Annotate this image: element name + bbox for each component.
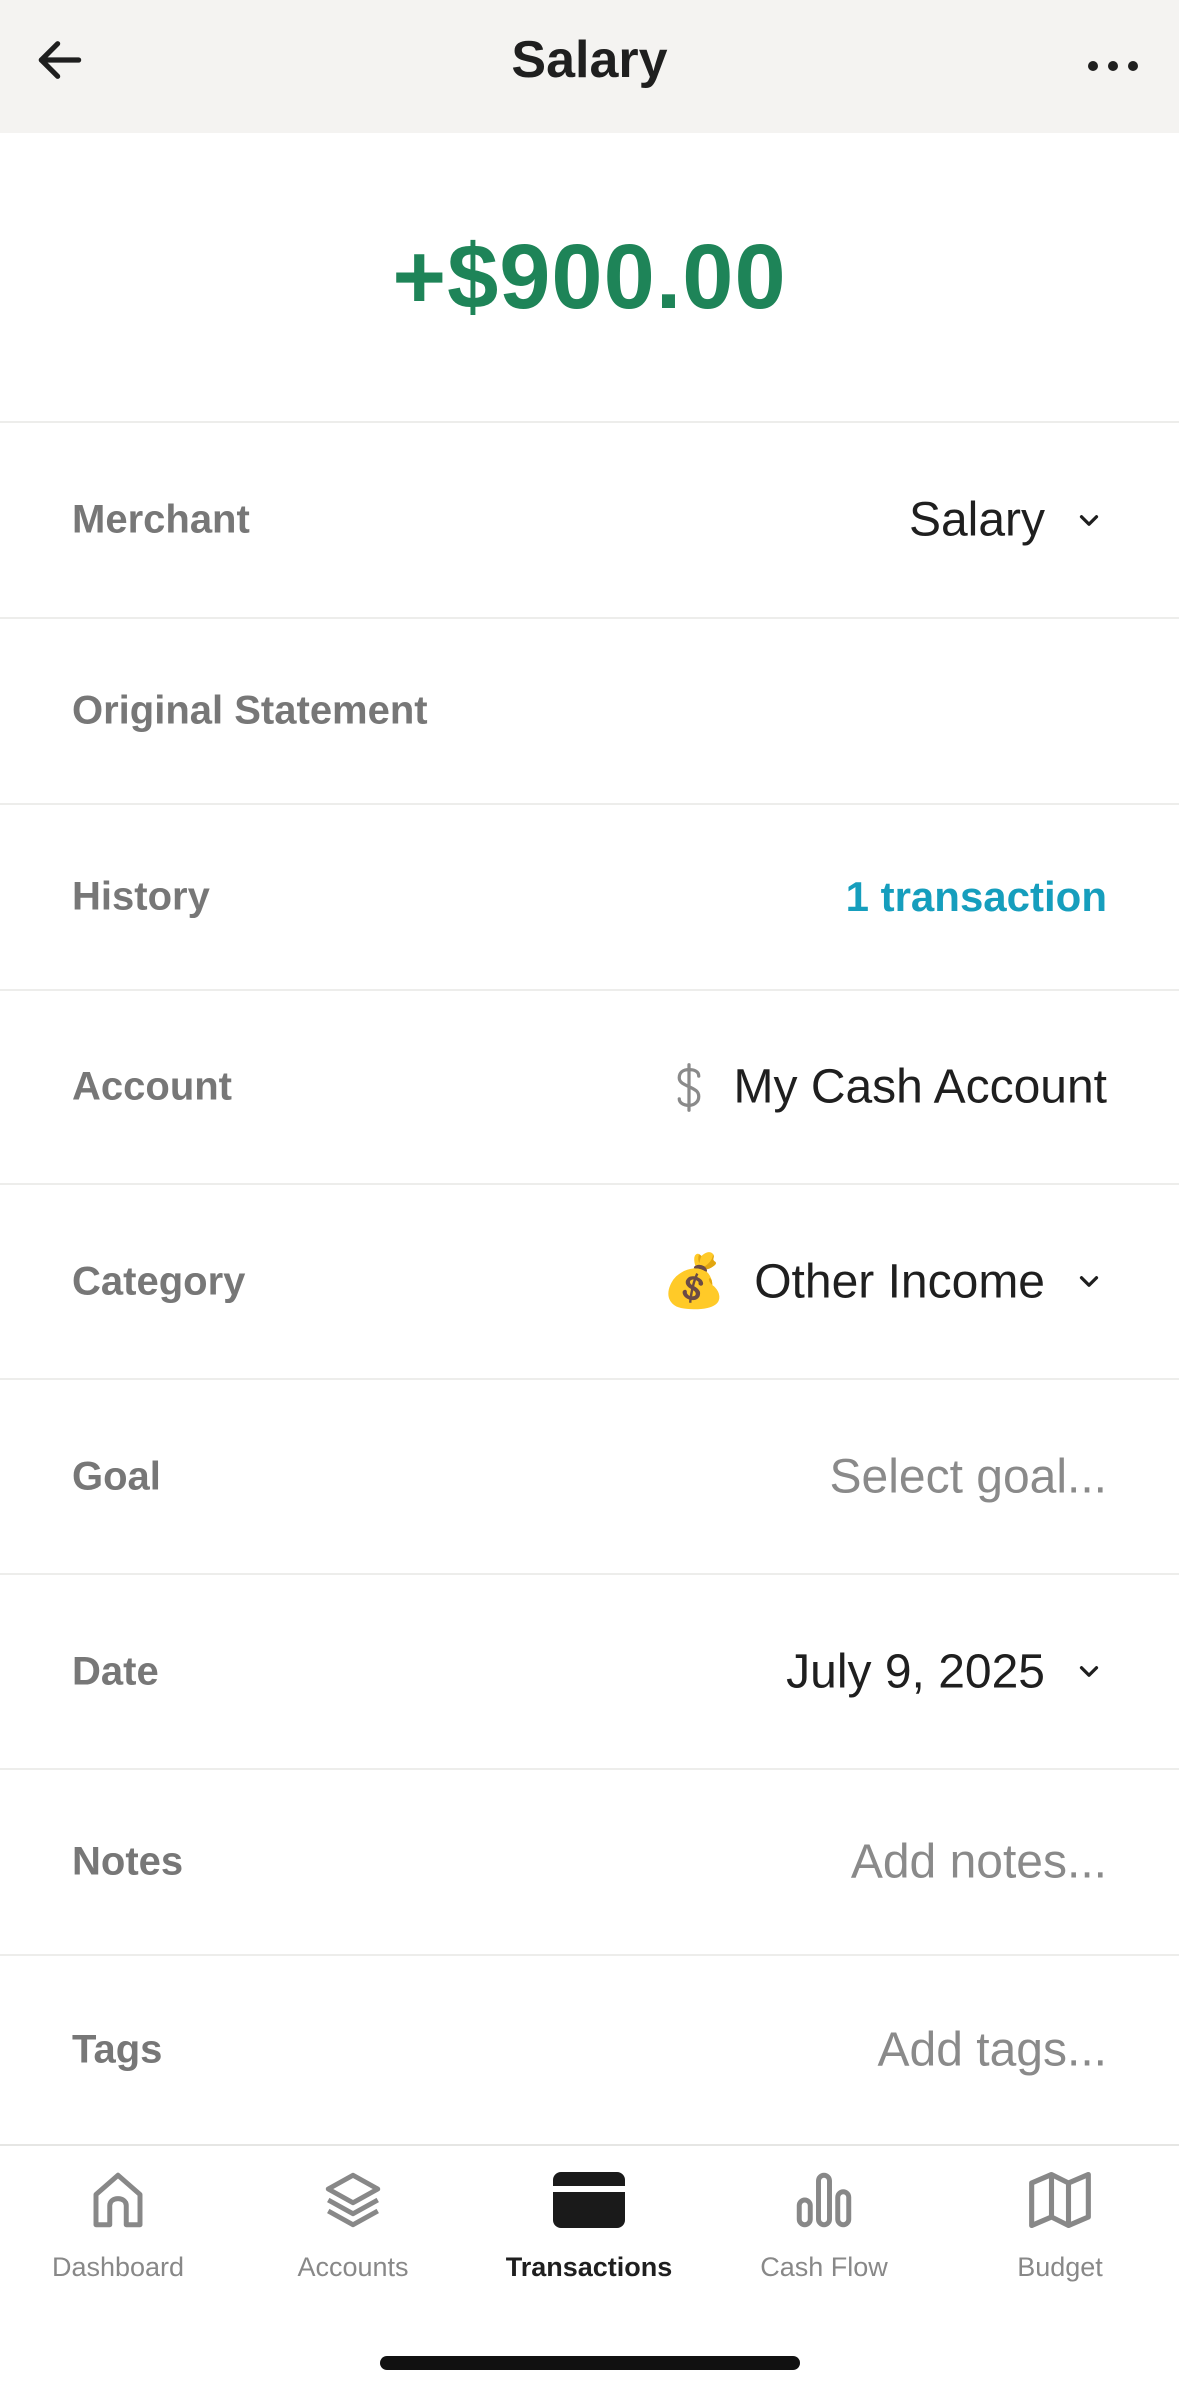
merchant-value: Salary <box>908 493 1045 547</box>
bar-chart-icon <box>788 2164 860 2236</box>
date-label: Date <box>72 1649 159 1693</box>
goal-row[interactable]: Goal Select goal... <box>0 1380 1179 1575</box>
tab-transactions-label: Transactions <box>505 2252 673 2282</box>
merchant-row[interactable]: Merchant Salary <box>0 423 1179 619</box>
more-horizontal-icon <box>1088 61 1138 71</box>
original-statement-label: Original Statement <box>72 688 428 733</box>
date-row[interactable]: Date July 9, 2025 <box>0 1575 1179 1770</box>
tab-budget[interactable]: Budget <box>960 2164 1160 2304</box>
money-bag-icon: 💰 <box>661 1251 727 1312</box>
history-row[interactable]: History 1 transaction <box>0 805 1179 991</box>
layers-icon <box>317 2164 389 2236</box>
history-link[interactable]: 1 transaction <box>846 873 1107 921</box>
tab-budget-label: Budget <box>1017 2252 1103 2282</box>
tags-row[interactable]: Tags Add tags... <box>0 1956 1179 2144</box>
date-select[interactable]: July 9, 2025 <box>786 1644 1107 1699</box>
account-value-group[interactable]: My Cash Account <box>672 1060 1108 1115</box>
tags-label: Tags <box>72 2027 163 2072</box>
back-button[interactable] <box>24 24 96 96</box>
category-value: Other Income <box>754 1255 1045 1308</box>
dollar-icon <box>672 1061 706 1113</box>
amount-section: +$900.00 <box>0 133 1179 423</box>
home-icon <box>82 2164 154 2236</box>
tab-cash-flow[interactable]: Cash Flow <box>724 2164 924 2304</box>
chevron-down-icon <box>1071 1654 1107 1690</box>
arrow-left-icon <box>38 41 82 79</box>
chevron-down-icon <box>1071 502 1107 538</box>
goal-label: Goal <box>72 1454 161 1498</box>
top-navigation-bar: Salary <box>0 0 1179 133</box>
more-options-button[interactable] <box>1071 30 1155 102</box>
tab-accounts-label: Accounts <box>297 2252 409 2282</box>
goal-select[interactable]: Select goal... <box>830 1449 1108 1504</box>
map-icon <box>1024 2164 1096 2236</box>
account-row[interactable]: Account My Cash Account <box>0 991 1179 1185</box>
history-label: History <box>72 874 210 919</box>
category-label: Category <box>72 1259 246 1303</box>
merchant-select[interactable]: Salary <box>909 493 1107 548</box>
home-indicator <box>380 2356 800 2370</box>
tab-dashboard-label: Dashboard <box>51 2252 185 2282</box>
tab-transactions[interactable]: Transactions <box>489 2164 689 2304</box>
bottom-tab-bar: Dashboard Accounts Transactions Cash Flo… <box>0 2144 1179 2396</box>
category-select[interactable]: 💰 Other Income <box>661 1254 1107 1309</box>
tab-dashboard[interactable]: Dashboard <box>18 2164 218 2304</box>
transaction-amount[interactable]: +$900.00 <box>392 225 786 330</box>
category-row[interactable]: Category 💰 Other Income <box>0 1185 1179 1380</box>
tags-input[interactable]: Add tags... <box>878 2023 1107 2078</box>
notes-label: Notes <box>72 1839 184 1884</box>
original-statement-row: Original Statement <box>0 619 1179 805</box>
notes-row[interactable]: Notes Add notes... <box>0 1770 1179 1956</box>
account-value: My Cash Account <box>733 1060 1108 1114</box>
tab-accounts[interactable]: Accounts <box>253 2164 453 2304</box>
date-value: July 9, 2025 <box>786 1645 1045 1698</box>
merchant-label: Merchant <box>72 497 250 542</box>
chevron-down-icon <box>1071 1264 1107 1300</box>
tab-cash-flow-label: Cash Flow <box>760 2252 888 2282</box>
credit-card-icon <box>553 2164 625 2236</box>
notes-input[interactable]: Add notes... <box>851 1835 1107 1890</box>
page-title: Salary <box>511 31 668 89</box>
account-label: Account <box>72 1064 232 1109</box>
